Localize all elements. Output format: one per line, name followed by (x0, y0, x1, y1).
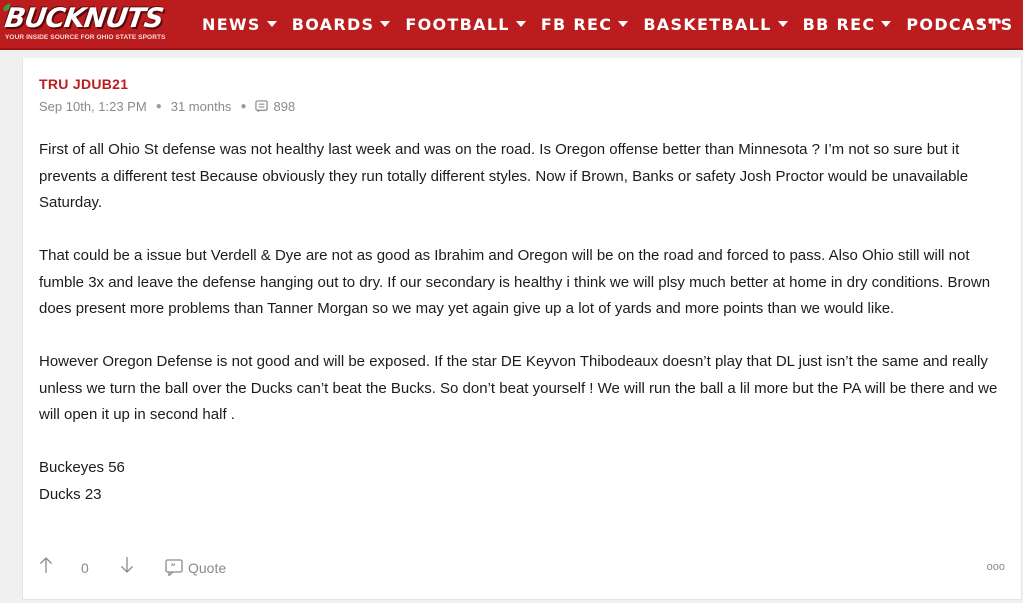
site-logo[interactable]: BUCKNUTS YOUR INSIDE SOURCE FOR OHIO STA… (2, 3, 188, 45)
message-views-icon (255, 100, 269, 113)
nav-item-basketball[interactable]: BASKETBALL (643, 13, 788, 35)
caret-down-icon (777, 21, 788, 27)
arrow-down-icon (121, 557, 133, 573)
meta-separator: ● (155, 101, 162, 112)
post-paragraph: However Oregon Defense is not good and w… (39, 353, 998, 423)
post-age: 31 months (170, 99, 232, 114)
nav-item-label: NEWS (202, 14, 261, 34)
post-more-button[interactable]: ooo (987, 561, 1005, 573)
forum-post: TRU JDUB21 Sep 10th, 1:23 PM ● 31 months… (22, 58, 1022, 600)
nav-item-boards[interactable]: BOARDS (292, 13, 391, 35)
score-line: Buckeyes 56 (39, 459, 125, 476)
caret-down-icon (618, 21, 629, 27)
logo-tagline: YOUR INSIDE SOURCE FOR OHIO STATE SPORTS (5, 34, 166, 41)
nav-item-fb-rec[interactable]: FB REC (541, 13, 629, 35)
post-body: First of all Ohio St defense was not hea… (39, 137, 1005, 508)
nav-item-label: BB REC (802, 14, 876, 34)
nav-item-bb-rec[interactable]: BB REC (803, 13, 892, 35)
nav-item-label: FOOTBALL (405, 14, 510, 34)
svg-text:”: ” (171, 563, 176, 572)
caret-down-icon (266, 21, 277, 27)
logo-wordmark: BUCKNUTS (2, 3, 165, 34)
arrow-up-icon (40, 557, 52, 573)
nav-item-label: BASKETBALL (643, 14, 772, 34)
nav-more-button[interactable]: ··· (978, 12, 1005, 33)
nav-item-news[interactable]: NEWS (202, 13, 277, 35)
post-date[interactable]: Sep 10th, 1:23 PM (39, 99, 147, 114)
nav-item-label: FB REC (540, 14, 613, 34)
caret-down-icon (380, 21, 391, 27)
post-views: 898 (273, 99, 296, 114)
quote-label: Quote (188, 559, 227, 576)
upvote-button[interactable] (39, 556, 53, 574)
caret-down-icon (881, 21, 892, 27)
meta-separator: ● (240, 101, 247, 112)
post-paragraph: That could be a issue but Verdell & Dye … (39, 247, 991, 317)
nav-item-label: BOARDS (291, 14, 375, 34)
main-nav: NEWS BOARDS FOOTBALL FB REC BASKETBALL B… (202, 13, 1023, 35)
downvote-button[interactable] (120, 556, 134, 574)
quote-icon: ” (165, 559, 183, 576)
post-author[interactable]: TRU JDUB21 (39, 76, 128, 92)
vote-count: 0 (81, 560, 89, 576)
top-navbar: BUCKNUTS YOUR INSIDE SOURCE FOR OHIO STA… (0, 0, 1023, 50)
nav-item-football[interactable]: FOOTBALL (405, 13, 526, 35)
post-meta: Sep 10th, 1:23 PM ● 31 months ● 898 (39, 99, 295, 114)
post-paragraph: First of all Ohio St defense was not hea… (39, 141, 969, 211)
score-line: Ducks 23 (39, 485, 102, 503)
caret-down-icon (515, 21, 526, 27)
quote-button[interactable]: ” Quote (165, 559, 226, 576)
post-actions: 0 ” Quote ooo (39, 556, 1005, 580)
